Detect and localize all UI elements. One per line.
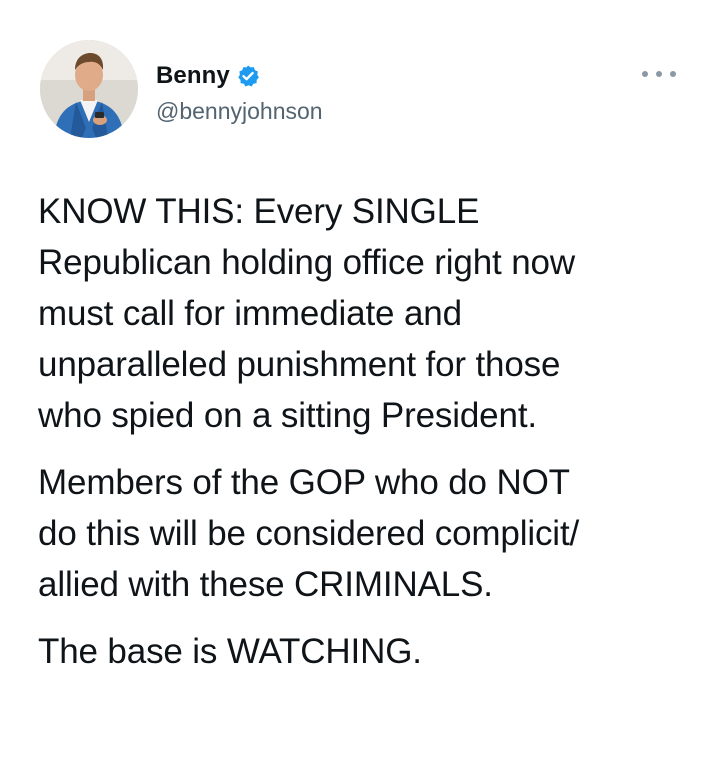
display-name[interactable]: Benny	[156, 62, 230, 90]
tweet-paragraph-3: The base is WATCHING.	[38, 632, 422, 671]
profile-photo-icon	[40, 40, 138, 138]
tweet-text: KNOW THIS: Every SINGLE Republican holdi…	[38, 186, 678, 693]
dot	[656, 71, 662, 77]
display-name-row: Benny	[156, 60, 323, 92]
tweet-card: Benny @bennyjohnson KNOW THIS: Every SIN…	[0, 0, 706, 772]
author-avatar[interactable]	[40, 40, 138, 138]
verified-badge-icon	[236, 64, 260, 88]
tweet-header: Benny @bennyjohnson	[40, 40, 682, 140]
more-dots-icon[interactable]	[642, 67, 676, 81]
tweet-paragraph-2: Members of the GOP who do NOT do this wi…	[38, 463, 580, 604]
author-names: Benny @bennyjohnson	[156, 60, 323, 125]
dot	[670, 71, 676, 77]
tweet-paragraph-1: KNOW THIS: Every SINGLE Republican holdi…	[38, 192, 575, 435]
author-handle[interactable]: @bennyjohnson	[156, 98, 323, 125]
dot	[642, 71, 648, 77]
